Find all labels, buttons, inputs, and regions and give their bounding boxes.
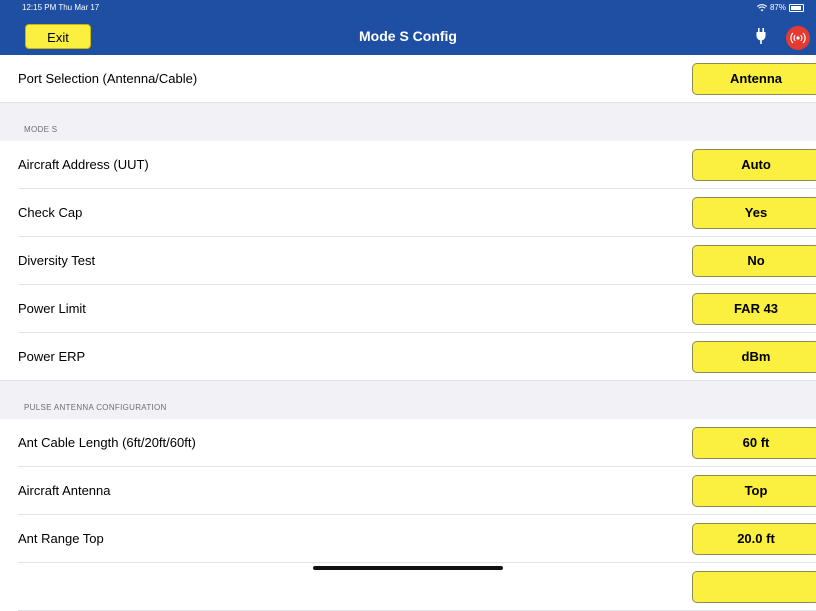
list-row-check-cap: Check Cap Yes [0, 189, 816, 237]
section-header-pulse-antenna: PULSE ANTENNA CONFIGURATION [0, 381, 816, 419]
broadcast-glyph-icon [790, 32, 806, 44]
battery-percent: 87% [769, 3, 786, 12]
status-indicators: 87% [756, 3, 804, 12]
section-title: PULSE ANTENNA CONFIGURATION [24, 403, 167, 412]
list-row-aircraft-address: Aircraft Address (UUT) Auto [0, 141, 816, 189]
list-row-ant-range-top: Ant Range Top 20.0 ft [0, 515, 816, 563]
list-row-partial [0, 563, 816, 611]
section-header-mode-s: MODE S [0, 103, 816, 141]
power-erp-button[interactable]: dBm [692, 341, 816, 373]
port-selection-button[interactable]: Antenna [692, 63, 816, 95]
list-row-ant-cable-length: Ant Cable Length (6ft/20ft/60ft) 60 ft [0, 419, 816, 467]
row-label: Power ERP [18, 349, 86, 364]
aircraft-address-button[interactable]: Auto [692, 149, 816, 181]
list-row-power-erp: Power ERP dBm [0, 333, 816, 381]
ant-range-top-button[interactable]: 20.0 ft [692, 523, 816, 555]
status-time: 12:15 PM Thu Mar 17 [22, 3, 100, 12]
row-label: Ant Range Top [18, 531, 104, 546]
ant-cable-length-button[interactable]: 60 ft [692, 427, 816, 459]
row-label: Power Limit [18, 301, 86, 316]
battery-icon [789, 3, 804, 12]
list-row-aircraft-antenna: Aircraft Antenna Top [0, 467, 816, 515]
row-label: Diversity Test [18, 253, 96, 268]
partial-value-button[interactable] [692, 571, 816, 603]
home-indicator[interactable] [313, 566, 503, 570]
row-label: Port Selection (Antenna/Cable) [18, 71, 198, 86]
check-cap-button[interactable]: Yes [692, 197, 816, 229]
signal-broadcast-icon[interactable] [786, 26, 810, 50]
settings-list: Port Selection (Antenna/Cable) Antenna M… [0, 55, 816, 611]
row-label: Aircraft Antenna [18, 483, 111, 498]
power-limit-button[interactable]: FAR 43 [692, 293, 816, 325]
wifi-icon [756, 3, 767, 11]
battery-fill [791, 5, 801, 10]
aircraft-antenna-button[interactable]: Top [692, 475, 816, 507]
list-row-port-selection: Port Selection (Antenna/Cable) Antenna [0, 55, 816, 103]
list-row-diversity-test: Diversity Test No [0, 237, 816, 285]
row-label: Aircraft Address (UUT) [18, 157, 149, 172]
row-label: Check Cap [18, 205, 83, 220]
plug-icon [756, 28, 766, 44]
navigation-bar: 12:15 PM Thu Mar 17 87% Exit Mode S Conf… [0, 0, 816, 55]
row-label: Ant Cable Length (6ft/20ft/60ft) [18, 435, 196, 450]
page-title: Mode S Config [359, 28, 457, 44]
diversity-test-button[interactable]: No [692, 245, 816, 277]
status-bar: 12:15 PM Thu Mar 17 87% [0, 0, 816, 14]
section-title: MODE S [24, 125, 58, 134]
list-row-power-limit: Power Limit FAR 43 [0, 285, 816, 333]
